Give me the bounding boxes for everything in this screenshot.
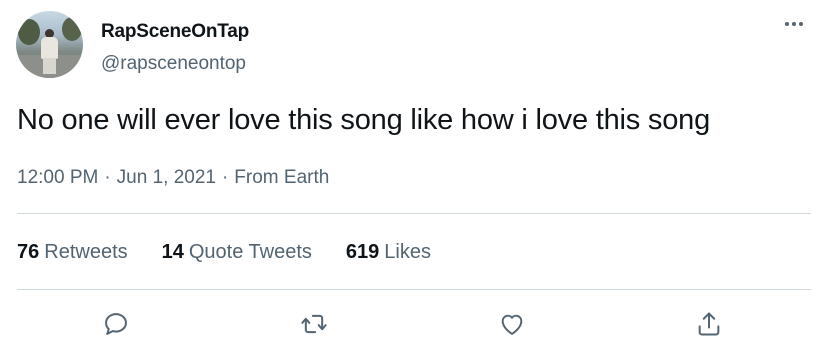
tweet-stats: 76 Retweets 14 Quote Tweets 619 Likes bbox=[17, 241, 465, 264]
more-options-button[interactable] bbox=[780, 14, 808, 34]
user-handle[interactable]: @rapsceneontop bbox=[101, 53, 246, 75]
stat-label: Likes bbox=[384, 241, 431, 263]
heart-icon bbox=[501, 314, 523, 335]
share-icon bbox=[698, 312, 720, 336]
avatar-person-legs bbox=[43, 58, 56, 74]
retweet-button[interactable] bbox=[297, 307, 331, 341]
like-button[interactable] bbox=[495, 307, 529, 341]
avatar-tree-left bbox=[18, 19, 40, 45]
stat-likes[interactable]: 619 Likes bbox=[346, 241, 431, 264]
meta-separator: · bbox=[221, 167, 229, 188]
stat-label: Quote Tweets bbox=[188, 241, 312, 263]
more-dot bbox=[799, 22, 803, 26]
tweet-card: RapSceneOnTap @rapsceneontop No one will… bbox=[0, 0, 828, 344]
share-button[interactable] bbox=[692, 307, 726, 341]
tweet-actions bbox=[0, 303, 828, 343]
stat-quote-tweets[interactable]: 14 Quote Tweets bbox=[162, 241, 312, 264]
reply-icon bbox=[105, 313, 127, 335]
stat-retweets[interactable]: 76 Retweets bbox=[17, 241, 128, 264]
meta-separator: · bbox=[104, 167, 111, 188]
tweet-source: From Earth bbox=[234, 167, 330, 188]
display-name[interactable]: RapSceneOnTap bbox=[101, 21, 249, 43]
reply-button[interactable] bbox=[99, 307, 133, 341]
stat-count: 76 bbox=[17, 241, 40, 263]
tweet-time[interactable]: 12:00 PM bbox=[17, 167, 98, 188]
avatar-person-body bbox=[41, 37, 58, 59]
stat-label: Retweets bbox=[44, 241, 128, 263]
tweet-meta: 12:00 PM · Jun 1, 2021 · From Earth bbox=[17, 167, 329, 189]
retweet-icon bbox=[301, 314, 327, 334]
divider-top bbox=[17, 213, 811, 214]
more-dot bbox=[792, 22, 796, 26]
tweet-text: No one will ever love this song like how… bbox=[17, 104, 711, 136]
avatar-tree-right bbox=[62, 17, 82, 41]
stat-count: 619 bbox=[345, 241, 380, 263]
tweet-date[interactable]: Jun 1, 2021 bbox=[117, 167, 216, 188]
avatar[interactable] bbox=[16, 11, 83, 78]
divider-bottom bbox=[17, 289, 811, 290]
stat-count: 14 bbox=[161, 241, 184, 263]
more-horizontal-icon bbox=[785, 22, 789, 26]
